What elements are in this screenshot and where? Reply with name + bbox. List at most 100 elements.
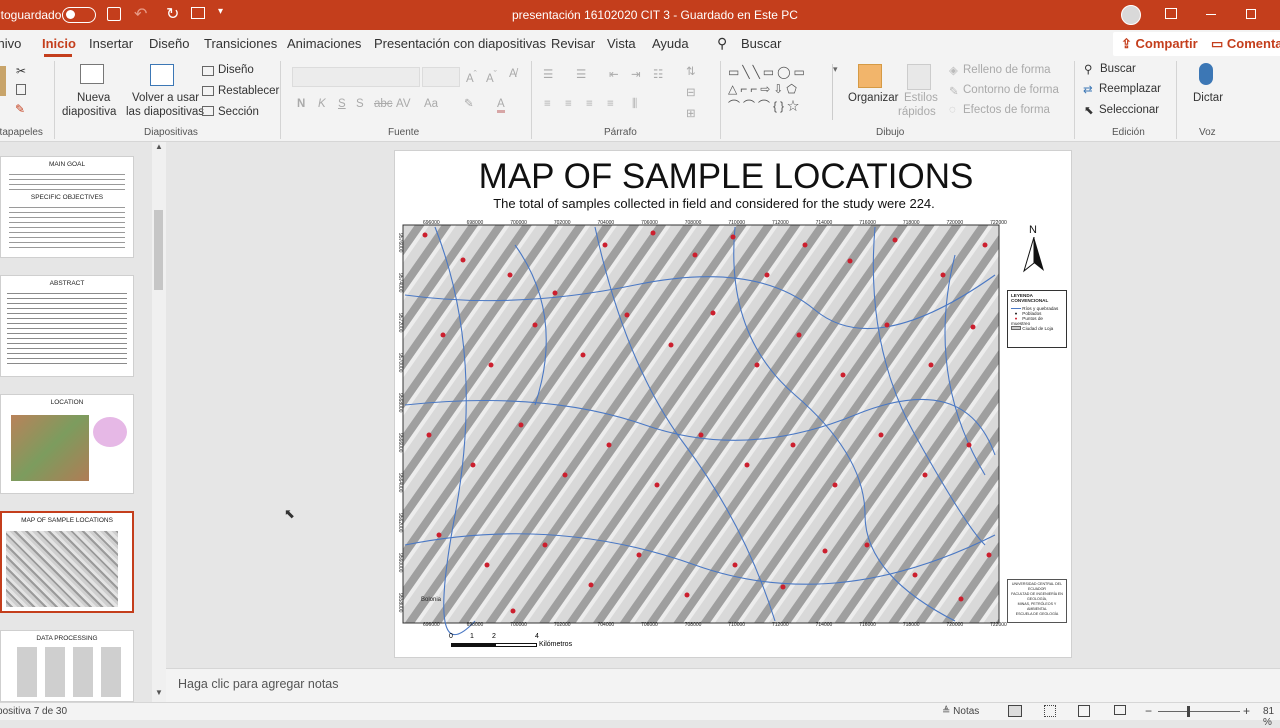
reuse-slides-label-1[interactable]: Volver a usar bbox=[132, 92, 199, 104]
bullets-icon[interactable]: ☰ bbox=[543, 67, 553, 81]
tab-revisar[interactable]: Revisar bbox=[551, 36, 595, 51]
search-icon[interactable]: ⚲ bbox=[717, 35, 727, 52]
line-spacing-icon[interactable]: ☷ bbox=[653, 67, 663, 81]
increase-indent-icon[interactable]: ⇥ bbox=[631, 67, 641, 81]
select-button[interactable]: Seleccionar bbox=[1099, 104, 1159, 116]
customize-qat-icon[interactable]: ▾ bbox=[218, 6, 223, 17]
align-left-icon[interactable]: ≡ bbox=[544, 98, 551, 110]
char-spacing-icon[interactable]: AV bbox=[396, 98, 411, 110]
layout-button[interactable]: Diseño bbox=[218, 64, 254, 76]
shapes-gallery[interactable]: ▭╲╲▭◯▭ △⌐⌐⇨⇩⬠ ⌒⌒⌒{}☆ bbox=[728, 64, 830, 120]
font-name-input[interactable] bbox=[292, 67, 420, 87]
change-case-icon[interactable]: Aa bbox=[424, 98, 438, 110]
italic-icon[interactable]: K bbox=[318, 98, 326, 110]
tab-insertar[interactable]: Insertar bbox=[89, 36, 133, 51]
shapes-more-icon[interactable]: ▾ bbox=[832, 64, 842, 120]
normal-view-icon[interactable] bbox=[1008, 705, 1022, 717]
redo-icon[interactable]: ↻ bbox=[166, 4, 179, 24]
slide-thumbnail-8[interactable]: DATA PROCESSING bbox=[0, 630, 134, 702]
tab-diseno[interactable]: Diseño bbox=[149, 36, 189, 51]
restore-icon[interactable] bbox=[1246, 9, 1256, 19]
slide-thumbnail-6[interactable]: LOCATION bbox=[0, 394, 134, 494]
paste-icon[interactable] bbox=[0, 66, 6, 96]
slide-canvas[interactable]: MAP OF SAMPLE LOCATIONS The total of sam… bbox=[394, 150, 1072, 658]
arrange-button[interactable]: Organizar bbox=[848, 92, 899, 104]
quick-styles-label-1[interactable]: Estilos bbox=[904, 92, 938, 104]
tab-archivo[interactable]: Archivo bbox=[0, 36, 21, 51]
tab-ayuda[interactable]: Ayuda bbox=[652, 36, 689, 51]
bold-icon[interactable]: N bbox=[297, 98, 305, 110]
shadow-icon[interactable]: S bbox=[356, 98, 364, 110]
zoom-level[interactable]: 81 % bbox=[1263, 706, 1280, 728]
undo-icon[interactable]: ↶ bbox=[134, 4, 147, 24]
find-button[interactable]: Buscar bbox=[1100, 63, 1136, 75]
notes-pane[interactable]: Haga clic para agregar notas bbox=[166, 668, 1280, 702]
zoom-in-icon[interactable]: + bbox=[1243, 704, 1250, 718]
slide-thumbnail-4[interactable]: MAIN GOAL SPECIFIC OBJECTIVES bbox=[0, 156, 134, 258]
reset-button[interactable]: Restablecer bbox=[218, 85, 279, 97]
shape-effects-button[interactable]: Efectos de forma bbox=[963, 104, 1050, 116]
avatar[interactable] bbox=[1121, 5, 1141, 25]
font-size-input[interactable] bbox=[422, 67, 460, 87]
reading-view-icon[interactable] bbox=[1078, 705, 1090, 717]
text-direction-icon[interactable]: ⇅ bbox=[686, 64, 696, 78]
slide-thumbnail-7-selected[interactable]: MAP OF SAMPLE LOCATIONS bbox=[0, 511, 134, 613]
microphone-icon[interactable] bbox=[1199, 63, 1213, 85]
tab-inicio[interactable]: Inicio bbox=[42, 36, 76, 51]
quick-styles-icon[interactable] bbox=[907, 64, 931, 90]
decrease-indent-icon[interactable]: ⇤ bbox=[609, 67, 619, 81]
zoom-slider-thumb[interactable] bbox=[1187, 706, 1190, 717]
justify-icon[interactable]: ≡ bbox=[607, 98, 614, 110]
arrange-icon[interactable] bbox=[858, 64, 882, 88]
highlight-icon[interactable]: ✎ bbox=[464, 96, 474, 110]
tab-animaciones[interactable]: Animaciones bbox=[287, 36, 361, 51]
thumbnail-scrollbar[interactable]: ▲ ▼ bbox=[152, 142, 166, 702]
columns-icon[interactable]: ⫼ bbox=[632, 98, 637, 111]
replace-button[interactable]: Reemplazar bbox=[1099, 83, 1161, 95]
underline-icon[interactable]: S bbox=[338, 98, 346, 110]
notes-placeholder[interactable]: Haga clic para agregar notas bbox=[178, 677, 339, 691]
increase-font-icon[interactable]: Aˆ bbox=[466, 69, 477, 85]
section-button[interactable]: Sección bbox=[218, 106, 259, 118]
autosave-toggle[interactable] bbox=[62, 7, 96, 23]
copy-icon[interactable] bbox=[16, 84, 26, 95]
slide-thumbnail-5[interactable]: ABSTRACT bbox=[0, 275, 134, 377]
align-center-icon[interactable]: ≡ bbox=[565, 98, 572, 110]
new-slide-icon[interactable] bbox=[80, 64, 104, 84]
share-button[interactable]: ⇪ Compartir bbox=[1113, 32, 1206, 56]
slide-subtitle[interactable]: The total of samples collected in field … bbox=[395, 196, 1033, 211]
slide-sorter-icon[interactable] bbox=[1044, 705, 1056, 717]
scroll-up-icon[interactable]: ▲ bbox=[155, 142, 163, 151]
zoom-slider[interactable] bbox=[1158, 706, 1240, 717]
search-box[interactable]: Buscar bbox=[741, 36, 781, 51]
present-icon[interactable] bbox=[191, 7, 205, 19]
tab-transiciones[interactable]: Transiciones bbox=[204, 36, 277, 51]
slide-title[interactable]: MAP OF SAMPLE LOCATIONS bbox=[395, 157, 1057, 197]
notes-toggle[interactable]: ≜ Notas bbox=[942, 706, 979, 717]
minimize-icon[interactable] bbox=[1206, 14, 1216, 15]
comments-button[interactable]: ▭ Comentarios bbox=[1203, 32, 1280, 56]
quick-styles-label-2[interactable]: rápidos bbox=[898, 106, 936, 118]
tab-vista[interactable]: Vista bbox=[607, 36, 636, 51]
reuse-slides-icon[interactable] bbox=[150, 64, 174, 86]
new-slide-label-2[interactable]: diapositiva bbox=[62, 106, 116, 118]
tab-presentacion[interactable]: Presentación con diapositivas bbox=[374, 36, 546, 51]
strikethrough-icon[interactable]: abc bbox=[374, 98, 393, 110]
numbering-icon[interactable]: ☰ bbox=[576, 67, 586, 81]
format-painter-icon[interactable]: ✎ bbox=[15, 102, 25, 116]
save-icon[interactable] bbox=[107, 7, 121, 21]
slideshow-icon[interactable] bbox=[1114, 705, 1126, 715]
scroll-thumb[interactable] bbox=[154, 210, 163, 290]
align-right-icon[interactable]: ≡ bbox=[586, 98, 593, 110]
font-color-icon[interactable]: A bbox=[497, 98, 505, 113]
align-text-icon[interactable]: ⊟ bbox=[686, 85, 696, 99]
new-slide-label-1[interactable]: Nueva bbox=[77, 92, 110, 104]
dictate-button[interactable]: Dictar bbox=[1193, 92, 1223, 104]
reuse-slides-label-2[interactable]: las diapositivas bbox=[126, 106, 204, 118]
shape-outline-button[interactable]: Contorno de forma bbox=[963, 84, 1059, 96]
zoom-out-icon[interactable]: − bbox=[1145, 704, 1152, 718]
ribbon-display-icon[interactable] bbox=[1165, 8, 1177, 19]
smartart-icon[interactable]: ⊞ bbox=[686, 106, 696, 120]
scroll-down-icon[interactable]: ▼ bbox=[155, 688, 163, 697]
shape-fill-button[interactable]: Relleno de forma bbox=[963, 64, 1051, 76]
